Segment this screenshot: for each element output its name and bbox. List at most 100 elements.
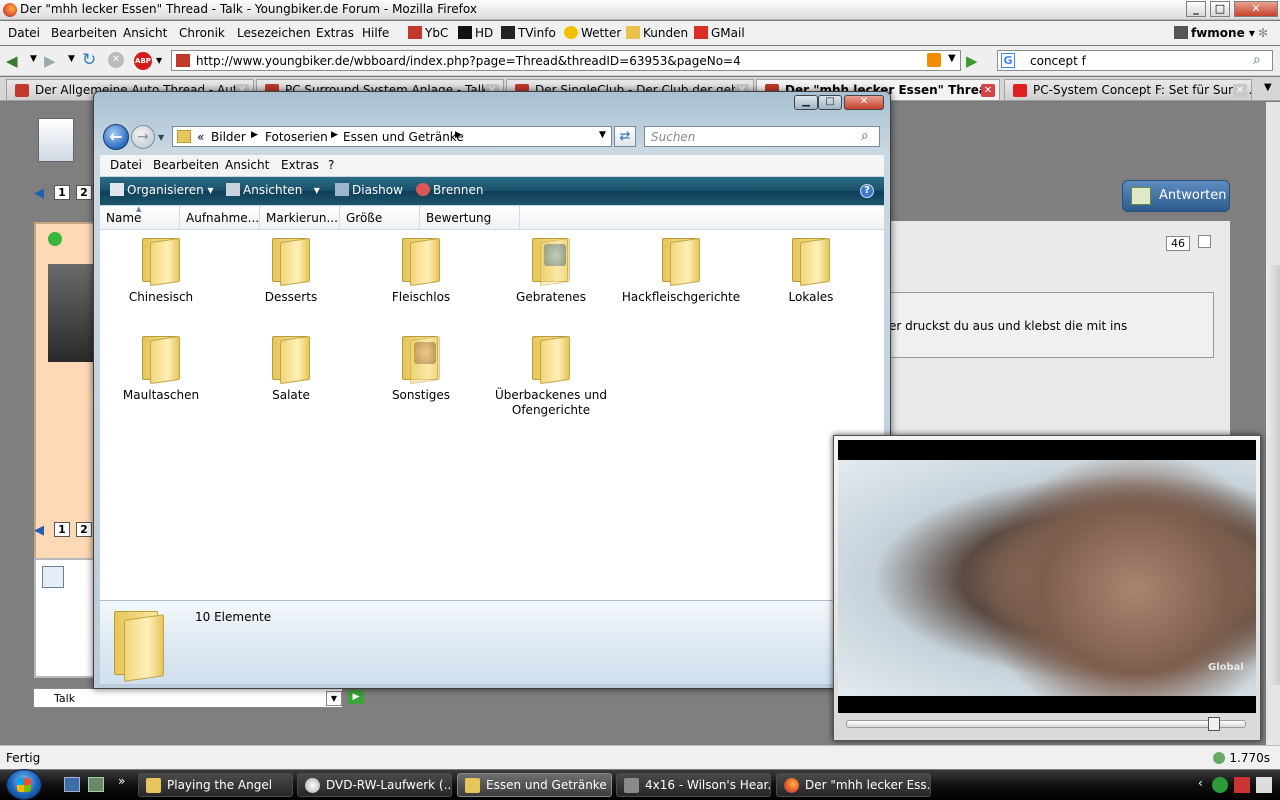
- taskbar-button-essen-und-getraenke[interactable]: Essen und Getränke: [457, 773, 612, 797]
- gear-icon[interactable]: ✻: [1258, 26, 1268, 40]
- rss-icon[interactable]: [927, 53, 941, 67]
- page-link-1[interactable]: 1: [54, 185, 70, 200]
- folder-item[interactable]: Chinesisch: [96, 232, 226, 322]
- help-icon[interactable]: ?: [860, 184, 874, 198]
- switch-windows-icon[interactable]: [88, 777, 104, 792]
- show-desktop-icon[interactable]: [64, 777, 80, 792]
- bookmark-kunden[interactable]: Kunden: [626, 26, 688, 40]
- explorer-search-input[interactable]: Suchen ⌕: [644, 126, 880, 147]
- folder-item[interactable]: Maultaschen: [96, 330, 226, 420]
- folder-item[interactable]: Sonstiges: [356, 330, 486, 420]
- user-menu[interactable]: fwmone ▾: [1174, 26, 1255, 40]
- tab-close-icon[interactable]: ✕: [981, 84, 995, 97]
- search-icon[interactable]: ⌕: [1253, 52, 1261, 68]
- tray-expand-chevron-icon[interactable]: ‹: [1198, 776, 1203, 790]
- adblock-icon[interactable]: ABP: [134, 52, 152, 70]
- menu-datei[interactable]: Datei: [8, 26, 40, 40]
- reload-icon[interactable]: ↻: [82, 50, 96, 70]
- menu-hilfe[interactable]: Hilfe: [362, 26, 389, 40]
- slideshow-button[interactable]: Diashow: [335, 183, 403, 197]
- explorer-maximize-button[interactable]: □: [818, 95, 842, 110]
- tray-app-icon[interactable]: [1234, 777, 1250, 793]
- breadcrumb-bilder[interactable]: Bilder: [211, 130, 246, 144]
- stop-icon[interactable]: ✕: [108, 52, 124, 68]
- taskbar-button-firefox[interactable]: Der "mhh lecker Ess...: [776, 773, 931, 797]
- explorer-forward-button[interactable]: →: [131, 125, 155, 149]
- folder-item[interactable]: Überbackenes und Ofengerichte: [486, 330, 616, 420]
- video-seek-bar[interactable]: [846, 720, 1246, 728]
- go-button[interactable]: ▶: [348, 690, 364, 704]
- breadcrumb-separator-icon[interactable]: ▶: [331, 130, 338, 140]
- explorer-menu-datei[interactable]: Datei: [110, 158, 142, 172]
- breadcrumb-overflow[interactable]: «: [197, 130, 204, 144]
- google-icon[interactable]: G: [1001, 53, 1015, 68]
- bookmark-ybc[interactable]: YbC: [408, 26, 448, 40]
- quicklaunch-overflow-icon[interactable]: »: [118, 774, 125, 788]
- chevron-down-icon[interactable]: ▼: [156, 56, 162, 65]
- chevron-down-icon[interactable]: ▼: [948, 53, 956, 64]
- burn-button[interactable]: Brennen: [416, 183, 483, 197]
- close-button[interactable]: ✕: [1234, 1, 1278, 17]
- antivirus-icon[interactable]: [1212, 777, 1228, 793]
- chevron-down-icon[interactable]: ▼: [599, 130, 606, 140]
- column-markierungen[interactable]: Markierun...: [260, 206, 340, 230]
- start-button[interactable]: [6, 769, 42, 800]
- tab-close-icon[interactable]: ✕: [1233, 84, 1247, 97]
- post-number-badge[interactable]: 46: [1166, 236, 1190, 251]
- page-link-2[interactable]: 2: [76, 522, 92, 537]
- chevron-down-icon[interactable]: ▼: [68, 54, 75, 64]
- column-aufnahmedatum[interactable]: Aufnahme...: [180, 206, 260, 230]
- maximize-button[interactable]: □: [1210, 1, 1230, 17]
- taskbar-button-wilsons-heart[interactable]: 4x16 - Wilson's Hear...: [616, 773, 771, 797]
- scrollbar-thumb[interactable]: [1266, 265, 1280, 685]
- folder-item[interactable]: Hackfleischgerichte: [616, 232, 746, 322]
- menu-extras[interactable]: Extras: [316, 26, 354, 40]
- organize-button[interactable]: Organisieren ▾: [110, 183, 214, 197]
- search-icon[interactable]: ⌕: [861, 128, 869, 144]
- bookmark-wetter[interactable]: Wetter: [564, 26, 621, 40]
- url-bar[interactable]: http://www.youngbiker.de/wbboard/index.p…: [171, 50, 961, 71]
- forum-jump-select[interactable]: Talk ▼: [33, 688, 343, 708]
- explorer-back-button[interactable]: ←: [103, 124, 129, 150]
- folder-item[interactable]: Lokales: [746, 232, 876, 322]
- chevron-down-icon[interactable]: ▼: [30, 54, 37, 64]
- taskbar-button-dvd-rw[interactable]: DVD-RW-Laufwerk (...: [297, 773, 452, 797]
- explorer-close-button[interactable]: ✕: [844, 95, 884, 110]
- breadcrumb-essen-und-getraenke[interactable]: Essen und Getränke: [343, 130, 464, 144]
- bookmark-gmail[interactable]: GMail: [694, 26, 745, 40]
- folder-item[interactable]: Salate: [226, 330, 356, 420]
- tab-list-chevron-icon[interactable]: ▼: [1264, 82, 1272, 93]
- chevron-down-icon[interactable]: ▼: [326, 691, 342, 706]
- menu-bearbeiten[interactable]: Bearbeiten: [51, 26, 117, 40]
- breadcrumb-separator-icon[interactable]: ▶: [251, 130, 258, 140]
- post-select-checkbox[interactable]: [1198, 235, 1211, 248]
- views-button[interactable]: Ansichten ▾: [226, 183, 320, 197]
- web-search-box[interactable]: G concept f ⌕: [997, 50, 1273, 71]
- column-groesse[interactable]: Größe: [340, 206, 420, 230]
- back-arrow-icon[interactable]: ◀: [6, 52, 18, 70]
- folder-item[interactable]: Gebratenes: [486, 232, 616, 322]
- column-bewertung[interactable]: Bewertung: [420, 206, 520, 230]
- go-arrow-icon[interactable]: ▶: [966, 52, 978, 70]
- breadcrumb-separator-icon[interactable]: ▶: [455, 130, 462, 140]
- explorer-menu-help[interactable]: ?: [328, 158, 334, 172]
- taskbar-button-playing-the-angel[interactable]: Playing the Angel: [138, 773, 293, 797]
- bookmark-hd[interactable]: HD: [458, 26, 493, 40]
- refresh-icon[interactable]: ⇄: [614, 126, 636, 147]
- explorer-menu-ansicht[interactable]: Ansicht: [225, 158, 269, 172]
- explorer-menu-extras[interactable]: Extras: [281, 158, 319, 172]
- seek-handle[interactable]: [1208, 717, 1220, 731]
- menu-chronik[interactable]: Chronik: [179, 26, 225, 40]
- tab-concept-f[interactable]: PC-System Concept F: Set für Surro... ✕: [1004, 79, 1252, 100]
- recent-pages-chevron-icon[interactable]: ▼: [158, 133, 164, 142]
- minimize-button[interactable]: _: [1186, 1, 1206, 17]
- bookmark-tvinfo[interactable]: TVinfo: [501, 26, 556, 40]
- folder-item[interactable]: Desserts: [226, 232, 356, 322]
- explorer-minimize-button[interactable]: ▁: [794, 95, 818, 110]
- pagination-prev-icon[interactable]: ◀: [34, 186, 44, 201]
- explorer-menu-bearbeiten[interactable]: Bearbeiten: [153, 158, 219, 172]
- menu-ansicht[interactable]: Ansicht: [123, 26, 167, 40]
- page-link-1[interactable]: 1: [54, 522, 70, 537]
- folder-item[interactable]: Fleischlos: [356, 232, 486, 322]
- page-link-2[interactable]: 2: [76, 185, 92, 200]
